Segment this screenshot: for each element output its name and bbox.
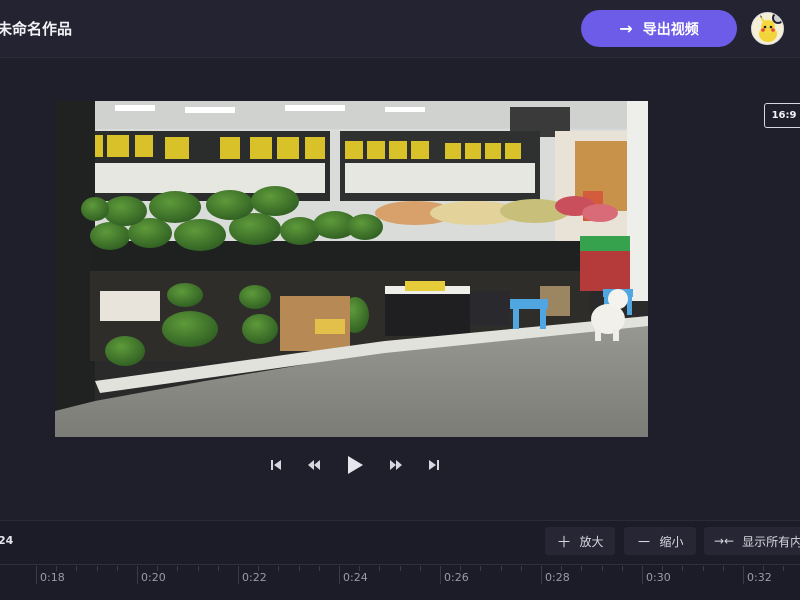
timeline-tick-label: 0:32 — [747, 571, 772, 584]
timeline-tick-label: 0:26 — [444, 571, 469, 584]
timeline-minor-tick — [783, 566, 785, 571]
timeline-minor-tick — [722, 566, 724, 571]
timeline-minor-tick — [217, 566, 219, 571]
zoom-in-label: 放大 — [579, 534, 604, 549]
timeline-minor-tick — [561, 566, 563, 571]
timeline-minor-tick — [56, 566, 58, 571]
timeline-minor-tick — [258, 566, 260, 571]
zoom-out-label: 缩小 — [659, 534, 684, 549]
timeline-minor-tick — [702, 566, 704, 571]
timeline-minor-tick — [763, 566, 765, 571]
rewind-icon — [308, 460, 320, 470]
user-avatar[interactable] — [751, 12, 784, 45]
timeline-minor-tick — [157, 566, 159, 571]
timeline-minor-tick — [682, 566, 684, 571]
timeline-minor-tick — [318, 566, 320, 571]
play-icon — [348, 456, 363, 474]
timeline-minor-tick — [480, 566, 482, 571]
timeline-tick — [137, 566, 138, 584]
plus-icon: ＋ — [556, 532, 572, 551]
timeline-tick — [743, 566, 744, 584]
timeline-minor-tick — [601, 566, 603, 571]
timeline-minor-tick — [419, 566, 421, 571]
minus-icon: － — [636, 532, 652, 551]
timeline-tick-label: 0:18 — [40, 571, 65, 584]
show-all-label: 显示所有内 — [742, 534, 800, 549]
fast-forward-icon — [390, 460, 402, 470]
avatar-badge — [772, 13, 783, 24]
fit-arrows-icon: →← — [714, 534, 735, 548]
project-title[interactable]: 未命名作品 — [0, 18, 72, 39]
playback-controls — [270, 452, 440, 478]
timeline-tick-label: 0:28 — [545, 571, 570, 584]
timeline-minor-tick — [520, 566, 522, 571]
timeline-minor-tick — [359, 566, 361, 571]
skip-to-start-icon — [271, 460, 281, 470]
timeline-tick-label: 0:24 — [343, 571, 368, 584]
timeline-tick — [238, 566, 239, 584]
timeline-tick — [339, 566, 340, 584]
export-video-label: 导出视频 — [642, 21, 699, 38]
aspect-ratio-button[interactable]: 16:9 — [764, 103, 800, 128]
show-all-button[interactable]: →← 显示所有内 — [704, 527, 800, 555]
timeline-minor-tick — [197, 566, 199, 571]
video-preview[interactable] — [55, 101, 648, 437]
timeline-minor-tick — [116, 566, 118, 571]
timeline-minor-tick — [621, 566, 623, 571]
timeline-minor-tick — [76, 566, 78, 571]
zoom-out-button[interactable]: － 缩小 — [624, 527, 696, 555]
timeline-minor-tick — [500, 566, 502, 571]
current-time: 24 — [0, 534, 14, 547]
timeline-minor-tick — [298, 566, 300, 571]
timeline-tick — [642, 566, 643, 584]
timeline-minor-tick — [662, 566, 664, 571]
timeline-tick-label: 0:30 — [646, 571, 671, 584]
top-bar: 未命名作品 → 导出视频 — [0, 0, 800, 58]
timeline-minor-tick — [399, 566, 401, 571]
timeline-minor-tick — [96, 566, 98, 571]
timeline-tick — [36, 566, 37, 584]
play-button[interactable] — [346, 455, 364, 475]
timeline-tick-label: 0:20 — [141, 571, 166, 584]
timeline-minor-tick — [278, 566, 280, 571]
zoom-in-button[interactable]: ＋ 放大 — [545, 527, 615, 555]
timeline-minor-tick — [460, 566, 462, 571]
rewind-button[interactable] — [307, 459, 321, 471]
timeline-minor-tick — [177, 566, 179, 571]
timeline-minor-tick — [581, 566, 583, 571]
timeline-tick-label: 0:22 — [242, 571, 267, 584]
skip-to-end-icon — [429, 460, 439, 470]
skip-to-start-button[interactable] — [270, 459, 282, 471]
export-video-button[interactable]: → 导出视频 — [581, 10, 737, 47]
skip-to-end-button[interactable] — [428, 459, 440, 471]
arrow-right-icon: → — [619, 19, 633, 38]
video-frame-image — [55, 101, 648, 437]
timeline-tick — [440, 566, 441, 584]
fast-forward-button[interactable] — [389, 459, 403, 471]
timeline-tick — [541, 566, 542, 584]
timeline-minor-tick — [379, 566, 381, 571]
